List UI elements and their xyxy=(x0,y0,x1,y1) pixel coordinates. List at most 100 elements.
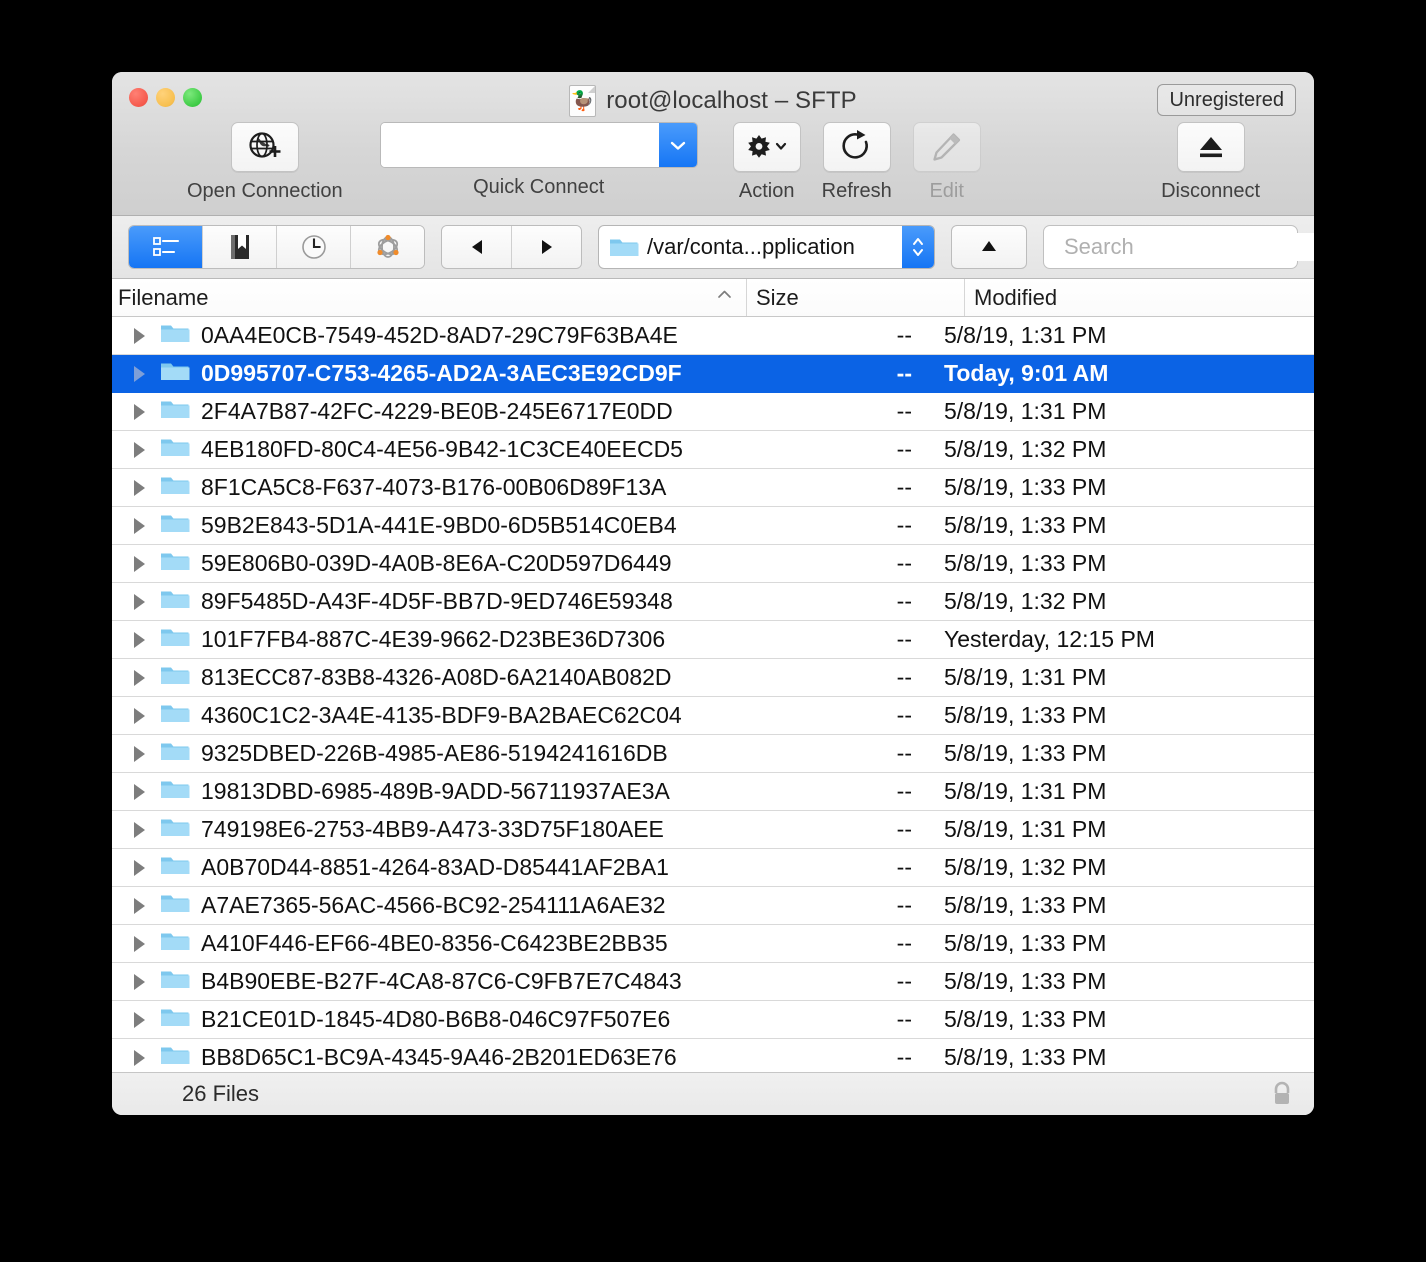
file-name: A7AE7365-56AC-4566-BC92-254111A6AE32 xyxy=(201,892,666,918)
folder-icon xyxy=(160,397,190,426)
file-name: BB8D65C1-BC9A-4345-9A46-2B201ED63E76 xyxy=(201,1044,677,1070)
file-size: -- xyxy=(896,968,912,994)
quick-connect-item[interactable]: Quick Connect xyxy=(379,122,698,199)
refresh-item[interactable]: Refresh xyxy=(822,122,892,203)
table-row[interactable]: 101F7FB4-887C-4E39-9662-D23BE36D7306 -- Ye… xyxy=(112,621,1314,659)
disclosure-triangle[interactable] xyxy=(112,935,154,952)
disclosure-triangle[interactable] xyxy=(112,1011,154,1028)
table-row[interactable]: A7AE7365-56AC-4566-BC92-254111A6AE32 -- 5/… xyxy=(112,887,1314,925)
table-row[interactable]: A410F446-EF66-4BE0-8356-C6423BE2BB35 -- 5/… xyxy=(112,925,1314,963)
disclosure-triangle[interactable] xyxy=(112,745,154,762)
disclosure-triangle[interactable] xyxy=(112,1049,154,1066)
table-row[interactable]: 59E806B0-039D-4A0B-8E6A-C20D597D6449 -- 5/… xyxy=(112,545,1314,583)
open-connection-button[interactable] xyxy=(230,122,299,172)
table-row[interactable]: 59B2E843-5D1A-441E-9BD0-6D5B514C0EB4 -- 5/… xyxy=(112,507,1314,545)
disclosure-triangle[interactable] xyxy=(112,821,154,838)
disclosure-triangle[interactable] xyxy=(112,555,154,572)
table-row[interactable]: 749198E6-2753-4BB9-A473-33D75F180AEE -- 5/… xyxy=(112,811,1314,849)
disconnect-button[interactable] xyxy=(1176,122,1245,172)
search-input[interactable] xyxy=(1062,233,1314,261)
file-name: 9325DBED-226B-4985-AE86-5194241616DB xyxy=(201,740,668,766)
table-row[interactable]: BB8D65C1-BC9A-4345-9A46-2B201ED63E76 -- 5/… xyxy=(112,1039,1314,1072)
segment-bonjour[interactable] xyxy=(351,226,424,268)
close-button[interactable] xyxy=(129,88,148,107)
folder-icon xyxy=(161,933,190,950)
open-connection-item[interactable]: Open Connection xyxy=(187,122,343,203)
folder-icon xyxy=(161,971,190,988)
table-row[interactable]: A0B70D44-8851-4264-83AD-D85441AF2BA1 -- 5/… xyxy=(112,849,1314,887)
lock-icon[interactable] xyxy=(1270,1080,1294,1108)
disclosure-triangle[interactable] xyxy=(112,403,154,420)
unregistered-badge[interactable]: Unregistered xyxy=(1157,84,1296,116)
column-header-size[interactable]: Size xyxy=(746,279,964,316)
table-row[interactable]: 2F4A7B87-42FC-4229-BE0B-245E6717E0DD -- 5/… xyxy=(112,393,1314,431)
disconnect-item[interactable]: Disconnect xyxy=(1161,122,1260,203)
edit-item[interactable]: Edit xyxy=(912,122,981,203)
table-row[interactable]: B4B90EBE-B27F-4CA8-87C6-C9FB7E7C4843 -- 5/… xyxy=(112,963,1314,1001)
file-modified: 5/8/19, 1:31 PM xyxy=(944,816,1107,842)
disclosure-triangle[interactable] xyxy=(112,707,154,724)
folder-icon xyxy=(161,819,190,836)
pencil-icon xyxy=(933,133,960,161)
file-modified: 5/8/19, 1:31 PM xyxy=(944,778,1107,804)
refresh-button[interactable] xyxy=(822,122,891,172)
file-size: -- xyxy=(896,588,912,614)
file-modified: 5/8/19, 1:31 PM xyxy=(944,322,1107,348)
zoom-button[interactable] xyxy=(183,88,202,107)
quick-connect-field[interactable] xyxy=(379,122,698,168)
minimize-button[interactable] xyxy=(156,88,175,107)
disclosure-triangle[interactable] xyxy=(112,669,154,686)
disclosure-triangle[interactable] xyxy=(112,479,154,496)
disclosure-triangle[interactable] xyxy=(112,593,154,610)
chevron-down-icon[interactable] xyxy=(658,123,697,167)
disclosure-triangle[interactable] xyxy=(112,783,154,800)
file-size: -- xyxy=(896,930,912,956)
search-field[interactable] xyxy=(1043,225,1314,269)
disclosure-triangle[interactable] xyxy=(112,365,154,382)
segment-browser[interactable] xyxy=(129,226,203,268)
parent-directory-button[interactable] xyxy=(951,225,1027,269)
disclosure-triangle[interactable] xyxy=(112,517,154,534)
forward-button[interactable] xyxy=(512,226,581,268)
table-row[interactable]: 89F5485D-A43F-4D5F-BB7D-9ED746E59348 -- 5/… xyxy=(112,583,1314,621)
path-popup-button[interactable]: /var/conta...pplication xyxy=(598,225,935,269)
file-name: 4360C1C2-3A4E-4135-BDF9-BA2BAEC62C04 xyxy=(201,702,682,728)
folder-icon xyxy=(160,929,190,958)
view-mode-segmented-control[interactable] xyxy=(128,225,425,269)
column-header-filename[interactable]: Filename xyxy=(112,279,746,316)
file-size: -- xyxy=(896,854,912,880)
file-size: -- xyxy=(896,512,912,538)
segment-history[interactable] xyxy=(277,226,351,268)
bonjour-icon xyxy=(376,234,399,258)
disclosure-triangle[interactable] xyxy=(112,973,154,990)
file-list[interactable]: 0AA4E0CB-7549-452D-8AD7-29C79F63BA4E -- 5/… xyxy=(112,317,1314,1072)
action-item[interactable]: Action xyxy=(732,122,801,203)
table-row[interactable]: 813ECC87-83B8-4326-A08D-6A2140AB082D -- 5/… xyxy=(112,659,1314,697)
table-row[interactable]: B21CE01D-1845-4D80-B6B8-046C97F507E6 -- 5/… xyxy=(112,1001,1314,1039)
stepper-updown-icon[interactable] xyxy=(902,226,934,268)
disclosure-triangle[interactable] xyxy=(112,631,154,648)
segment-bookmarks[interactable] xyxy=(203,226,277,268)
folder-icon xyxy=(161,857,190,874)
table-row[interactable]: 9325DBED-226B-4985-AE86-5194241616DB -- 5/… xyxy=(112,735,1314,773)
disclosure-triangle[interactable] xyxy=(112,897,154,914)
file-modified: 5/8/19, 1:33 PM xyxy=(944,930,1107,956)
disclosure-triangle[interactable] xyxy=(112,859,154,876)
table-row[interactable]: 19813DBD-6985-489B-9ADD-56711937AE3A -- 5/… xyxy=(112,773,1314,811)
table-row[interactable]: 0AA4E0CB-7549-452D-8AD7-29C79F63BA4E -- 5/… xyxy=(112,317,1314,355)
table-row[interactable]: 4360C1C2-3A4E-4135-BDF9-BA2BAEC62C04 -- 5/… xyxy=(112,697,1314,735)
back-button[interactable] xyxy=(442,226,512,268)
table-row[interactable]: 8F1CA5C8-F637-4073-B176-00B06D89F13A -- 5/… xyxy=(112,469,1314,507)
column-header-modified[interactable]: Modified xyxy=(964,279,1314,316)
disclosure-triangle[interactable] xyxy=(112,327,154,344)
table-row[interactable]: 0D995707-C753-4265-AD2A-3AEC3E92CD9F -- To… xyxy=(112,355,1314,393)
history-navigation-group[interactable] xyxy=(441,225,582,269)
folder-icon xyxy=(161,477,190,494)
disclosure-triangle[interactable] xyxy=(112,441,154,458)
eject-icon xyxy=(1199,137,1222,158)
quick-connect-input[interactable] xyxy=(380,123,659,167)
globe-plus-icon xyxy=(249,132,281,158)
edit-button[interactable] xyxy=(912,122,981,172)
action-button[interactable] xyxy=(732,122,801,172)
table-row[interactable]: 4EB180FD-80C4-4E56-9B42-1C3CE40EECD5 -- 5/… xyxy=(112,431,1314,469)
